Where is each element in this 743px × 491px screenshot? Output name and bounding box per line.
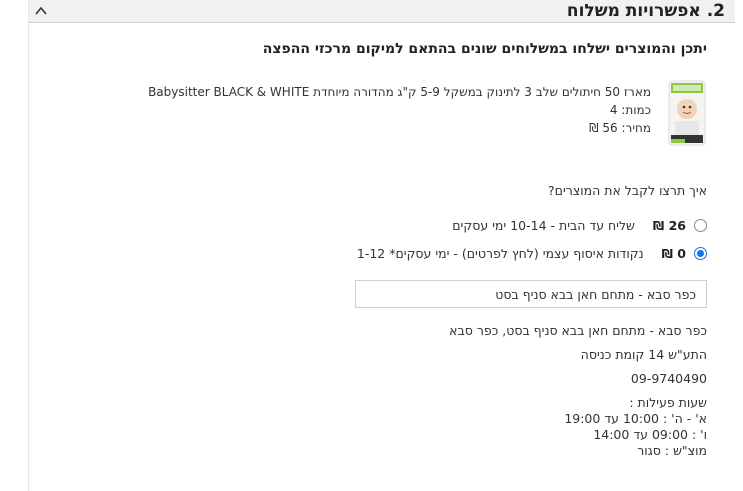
product-details: מארז 50 חיתולים שלב 3 לתינוק במשקל 5-9 ק… — [148, 83, 651, 137]
self-pickup-price: 0 ₪ — [658, 246, 686, 261]
product-name: מארז 50 חיתולים שלב 3 לתינוק במשקל 5-9 ק… — [148, 85, 651, 99]
page: 2. אפשרויות משלוח יתכן והמוצרים ישלחו במ… — [0, 0, 743, 491]
left-margin — [0, 0, 28, 491]
self-pickup-label[interactable]: נקודות איסוף עצמי (לחץ לפרטים) - ימי עסק… — [357, 246, 644, 261]
home-delivery-price: 26 ₪ — [649, 218, 686, 233]
delivery-question: איך תרצו לקבל את המוצרים? — [548, 183, 707, 198]
store-hours-saturday: מוצ"ש : סגור — [637, 443, 707, 458]
self-pickup-currency: ₪ — [661, 245, 673, 261]
right-margin — [735, 0, 743, 491]
store-address: כפר סבא - מתחם חאן בבא סניף בסט, כפר סבא — [449, 323, 707, 338]
chevron-up-icon[interactable] — [34, 3, 48, 17]
store-phone: 09-9740490 — [630, 371, 707, 386]
pickup-store-select[interactable]: כפר סבא - מתחם חאן בבא סניף בסט — [355, 280, 707, 308]
home-delivery-price-value: 26 — [668, 217, 686, 233]
home-delivery-radio[interactable] — [694, 218, 707, 232]
shipping-notice: יתכן והמוצרים ישלחו במשלוחים שונים בהתאם… — [262, 41, 707, 57]
option-home-delivery[interactable]: 26 ₪ שליח עד הבית - 10-14 ימי עסקים — [452, 215, 707, 235]
product-quantity: כמות: 4 — [609, 103, 651, 117]
self-pickup-radio[interactable] — [694, 246, 707, 260]
section-header[interactable]: 2. אפשרויות משלוח — [29, 0, 735, 23]
section-content: יתכן והמוצרים ישלחו במשלוחים שונים בהתאם… — [29, 23, 735, 491]
self-pickup-price-value: 0 — [677, 245, 686, 261]
shipping-options-panel: 2. אפשרויות משלוח יתכן והמוצרים ישלחו במ… — [28, 0, 736, 491]
store-directions: התע"ש 14 קומת כניסה — [580, 347, 707, 362]
store-hours-friday: ו' : 09:00 עד 14:00 — [593, 427, 707, 442]
pickup-store-details: כפר סבא - מתחם חאן בבא סניף בסט, כפר סבא… — [449, 323, 707, 459]
section-title: 2. אפשרויות משלוח — [566, 1, 725, 21]
home-delivery-label: שליח עד הבית - 10-14 ימי עסקים — [452, 217, 635, 233]
option-self-pickup[interactable]: 0 ₪ נקודות איסוף עצמי (לחץ לפרטים) - ימי… — [357, 243, 707, 263]
diaper-pack-image — [667, 79, 707, 147]
store-hours-weekdays: א' - ה' : 10:00 עד 19:00 — [564, 411, 707, 426]
store-hours-title: שעות פעילות : — [629, 395, 707, 410]
product-price: מחיר: 56 ₪ — [589, 121, 651, 135]
home-delivery-currency: ₪ — [652, 217, 665, 233]
product-item: מארז 50 חיתולים שלב 3 לתינוק במשקל 5-9 ק… — [107, 79, 707, 149]
